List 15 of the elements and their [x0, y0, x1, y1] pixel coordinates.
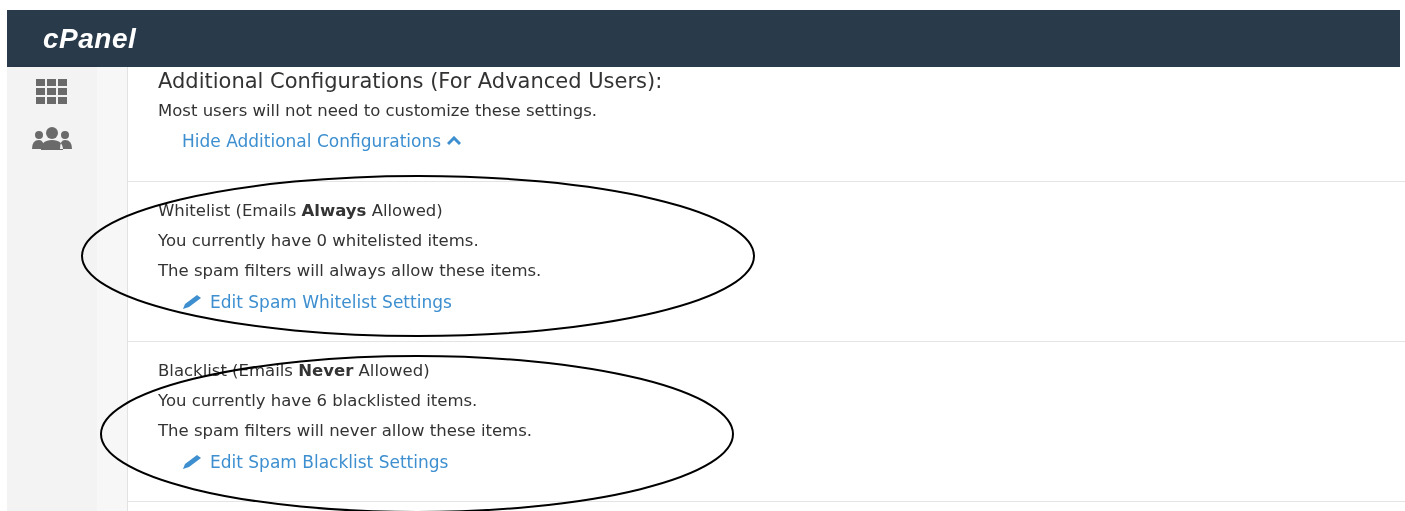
users-icon[interactable] — [32, 127, 72, 151]
count-text: You currently have 0 whitelisted items. — [158, 230, 480, 252]
edit-link[interactable]: Edit Spam Blacklist Settings — [182, 452, 449, 472]
description: Most users will not need to customize these settings. — [158, 100, 599, 122]
section-title: Additional Configurations (For Advanced Users): — [158, 68, 664, 95]
section-heading: Whitelist (Emails Always Allowed) — [158, 200, 444, 222]
logo[interactable]: cPanel — [43, 22, 137, 55]
count-text: You currently have 6 blacklisted items. — [158, 390, 479, 412]
note: The spam filters will never allow these items. — [158, 420, 533, 442]
edit-link[interactable]: Edit Spam Whitelist Settings — [182, 292, 452, 312]
chevron-up-icon — [447, 136, 462, 146]
toggle-link[interactable]: Hide Additional Configurations — [182, 131, 462, 151]
grid-icon[interactable] — [36, 79, 68, 105]
section-heading: Blacklist (Emails Never Allowed) — [158, 360, 431, 382]
note: The spam filters will always allow these items. — [158, 260, 543, 282]
